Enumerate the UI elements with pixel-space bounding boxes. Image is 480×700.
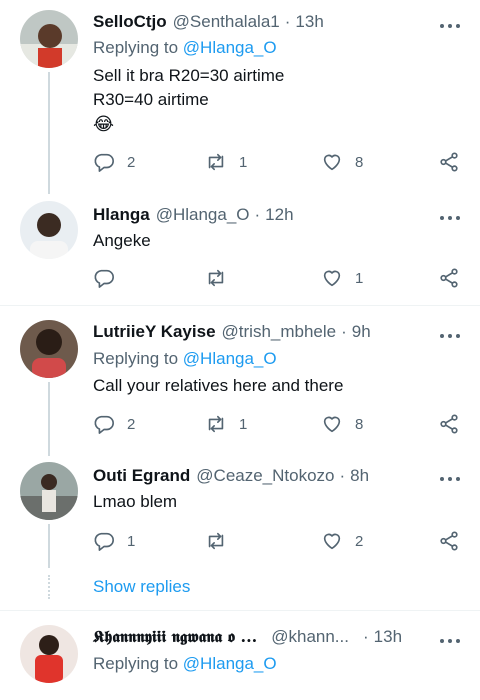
author-name[interactable]: 𝕶𝖍𝖆𝖓𝖓𝖓𝖞𝖎𝖎𝖎 𝖓𝖌𝖜𝖆𝖓𝖆 𝖔 ... (93, 627, 257, 647)
replying-to: Replying to @Hlanga_O (93, 38, 277, 58)
reply-count: 2 (127, 415, 136, 433)
thread-line (48, 72, 50, 194)
retweet-icon (208, 269, 224, 287)
share-icon (440, 152, 458, 172)
retweet-button[interactable] (205, 266, 239, 290)
avatar[interactable] (20, 462, 78, 520)
reply-icon (94, 269, 114, 288)
tweet-2[interactable]: Hlanga @Hlanga_O · 12h Angeke 1 (0, 195, 480, 305)
reply-icon (94, 153, 114, 172)
avatar[interactable] (20, 10, 78, 68)
retweet-icon (208, 153, 224, 171)
avatar[interactable] (20, 320, 78, 378)
more-icon[interactable] (440, 473, 460, 483)
thread-line (48, 524, 50, 568)
share-button[interactable] (438, 150, 460, 174)
tweet-text: Sell it bra R20=30 airtime R30=40 airtim… (93, 66, 285, 109)
replying-label: Replying to (93, 654, 179, 673)
reply-button[interactable]: 1 (93, 529, 135, 553)
like-count: 2 (355, 532, 364, 550)
like-icon (323, 533, 341, 550)
like-button[interactable]: 1 (321, 266, 363, 290)
timestamp[interactable]: 13h (374, 627, 402, 647)
avatar[interactable] (20, 625, 78, 683)
retweet-icon (208, 532, 224, 550)
like-count: 8 (355, 415, 364, 433)
tweet-5[interactable]: 𝕶𝖍𝖆𝖓𝖓𝖓𝖞𝖎𝖎𝖎 𝖓𝖌𝖜𝖆𝖓𝖆 𝖔 ... @khann... · 13h … (0, 611, 480, 700)
retweet-count: 1 (239, 415, 248, 433)
reply-icon (94, 532, 114, 551)
action-bar: 1 (93, 266, 463, 290)
author-handle[interactable]: @Ceaze_Ntokozo (196, 466, 334, 486)
like-count: 8 (355, 153, 364, 171)
share-icon (440, 414, 458, 434)
emoji: 😂 (93, 114, 115, 134)
thread-line (48, 382, 50, 456)
like-icon (323, 154, 341, 171)
replying-to: Replying to @Hlanga_O (93, 654, 277, 674)
more-icon[interactable] (440, 20, 460, 30)
action-bar: 2 1 8 (93, 150, 463, 174)
replying-label: Replying to (93, 349, 179, 368)
timestamp[interactable]: 8h (350, 466, 369, 486)
reply-button[interactable]: 2 (93, 150, 135, 174)
tweet-text: Lmao blem (93, 492, 178, 511)
replying-to-link[interactable]: @Hlanga_O (183, 38, 277, 57)
action-bar: 2 1 8 (93, 412, 463, 436)
show-replies-link[interactable]: Show replies (93, 577, 190, 597)
share-button[interactable] (438, 266, 460, 290)
retweet-button[interactable]: 1 (205, 412, 247, 436)
separator-dot: · (254, 205, 261, 224)
separator-dot: · (339, 466, 346, 485)
tweet-1[interactable]: SelloCtjo @Senthalala1 · 13h Replying to… (0, 0, 480, 195)
more-icon[interactable] (440, 212, 460, 222)
reply-icon (94, 415, 114, 434)
retweet-button[interactable] (205, 529, 239, 553)
like-icon (323, 270, 341, 287)
author-name[interactable]: Hlanga (93, 205, 150, 225)
replying-to: Replying to @Hlanga_O (93, 349, 277, 369)
like-icon (323, 416, 341, 433)
reply-button[interactable]: 2 (93, 412, 135, 436)
retweet-count: 1 (239, 153, 248, 171)
like-count: 1 (355, 269, 364, 287)
share-icon (440, 531, 458, 551)
reply-count: 1 (127, 532, 136, 550)
retweet-button[interactable]: 1 (205, 150, 247, 174)
replying-label: Replying to (93, 38, 179, 57)
tweet-4[interactable]: Outi Egrand @Ceaze_Ntokozo · 8h Lmao ble… (0, 456, 480, 570)
reply-button[interactable] (93, 266, 127, 290)
author-handle[interactable]: @khann... (271, 627, 349, 647)
separator-dot: · (362, 627, 369, 646)
author-name[interactable]: SelloCtjo (93, 12, 167, 32)
author-handle[interactable]: @Senthalala1 (173, 12, 280, 32)
reply-count: 2 (127, 153, 136, 171)
share-button[interactable] (438, 529, 460, 553)
author-handle[interactable]: @trish_mbhele (222, 322, 337, 342)
like-button[interactable]: 8 (321, 412, 363, 436)
thread-dots (48, 575, 50, 599)
like-button[interactable]: 8 (321, 150, 363, 174)
separator-dot: · (341, 322, 347, 341)
timestamp[interactable]: 12h (265, 205, 293, 225)
like-button[interactable]: 2 (321, 529, 363, 553)
replying-to-link[interactable]: @Hlanga_O (183, 349, 277, 368)
replying-to-link[interactable]: @Hlanga_O (183, 654, 277, 673)
share-icon (440, 268, 458, 288)
tweet-text: Angeke (93, 231, 151, 250)
author-name[interactable]: LutriieY Kayise (93, 322, 216, 342)
author-handle[interactable]: @Hlanga_O (156, 205, 250, 225)
action-bar: 1 2 (93, 529, 463, 553)
timestamp[interactable]: 13h (295, 12, 323, 32)
more-icon[interactable] (440, 330, 460, 340)
tweet-3[interactable]: LutriieY Kayise @trish_mbhele · 9h Reply… (0, 306, 480, 456)
avatar[interactable] (20, 201, 78, 259)
separator-dot: · (284, 12, 291, 31)
retweet-icon (208, 415, 224, 433)
timestamp[interactable]: 9h (352, 322, 371, 342)
more-icon[interactable] (440, 635, 460, 645)
share-button[interactable] (438, 412, 460, 436)
author-name[interactable]: Outi Egrand (93, 466, 190, 486)
tweet-text: Call your relatives here and there (93, 376, 344, 395)
